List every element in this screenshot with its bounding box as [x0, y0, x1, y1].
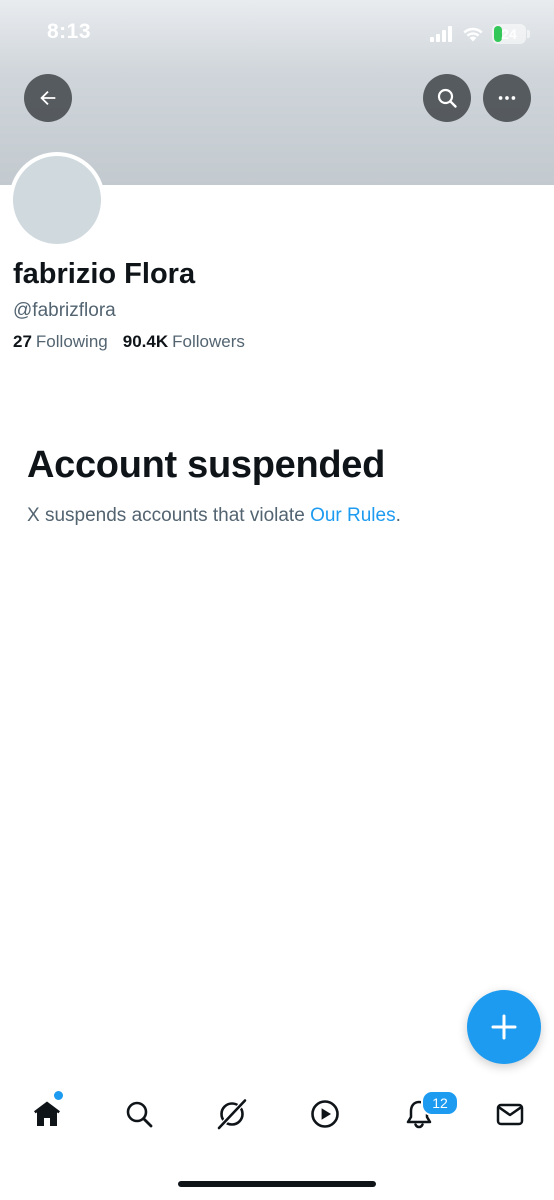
- suspended-description: X suspends accounts that violate Our Rul…: [27, 505, 401, 527]
- nav-notifications[interactable]: 12: [389, 1078, 459, 1150]
- search-icon: [126, 1101, 153, 1128]
- status-icons: 24: [430, 23, 530, 45]
- signal-icon: [430, 26, 452, 42]
- home-icon: [34, 1101, 60, 1126]
- following-label: Following: [35, 332, 108, 351]
- profile-screen: 8:13 24 fabrizio Flora @fabrizflora 27 F…: [0, 0, 554, 1200]
- suspended-title: Account suspended: [27, 444, 386, 486]
- more-horizontal-icon: [498, 96, 516, 100]
- status-time: 8:13: [47, 20, 92, 43]
- battery-cap: [527, 30, 530, 38]
- nav-video[interactable]: [295, 1078, 355, 1150]
- play-circle-icon: [311, 1100, 339, 1128]
- follow-stats: 27 Following 90.4K Followers: [13, 332, 245, 352]
- back-button[interactable]: [24, 74, 72, 122]
- nav-search[interactable]: [109, 1078, 169, 1150]
- more-options-button[interactable]: [483, 74, 531, 122]
- avatar[interactable]: [9, 152, 105, 248]
- arrow-left-icon: [40, 90, 56, 106]
- suspended-description-period: .: [395, 505, 401, 526]
- followers-count: 90.4K: [122, 332, 169, 351]
- battery-body: 24: [492, 24, 526, 44]
- followers-label: Followers: [172, 332, 245, 351]
- following-count: 27: [13, 332, 32, 351]
- battery-icon: 24: [492, 24, 530, 44]
- bottom-navigation: 12: [0, 1078, 554, 1150]
- plus-icon: [491, 1014, 517, 1040]
- home-unread-dot: [54, 1091, 63, 1100]
- suspended-description-text: X suspends accounts that violate: [27, 505, 311, 526]
- wifi-icon: [463, 27, 483, 42]
- following-link[interactable]: 27 Following: [13, 332, 108, 352]
- nav-grok[interactable]: [202, 1078, 262, 1150]
- home-indicator[interactable]: [178, 1181, 376, 1187]
- notification-badge: 12: [421, 1090, 459, 1116]
- followers-link[interactable]: 90.4K Followers: [123, 332, 245, 352]
- grok-icon: [217, 1098, 247, 1130]
- battery-level: 24: [501, 26, 517, 42]
- compose-post-button[interactable]: [467, 990, 541, 1064]
- status-bar: 8:13 24: [0, 0, 554, 70]
- username-handle: @fabrizflora: [13, 300, 116, 321]
- our-rules-link[interactable]: Our Rules: [310, 505, 396, 526]
- envelope-icon: [496, 1103, 524, 1126]
- nav-messages[interactable]: [480, 1078, 540, 1150]
- search-icon: [437, 88, 457, 108]
- nav-home[interactable]: [17, 1078, 77, 1150]
- search-button[interactable]: [423, 74, 471, 122]
- display-name: fabrizio Flora: [13, 258, 196, 290]
